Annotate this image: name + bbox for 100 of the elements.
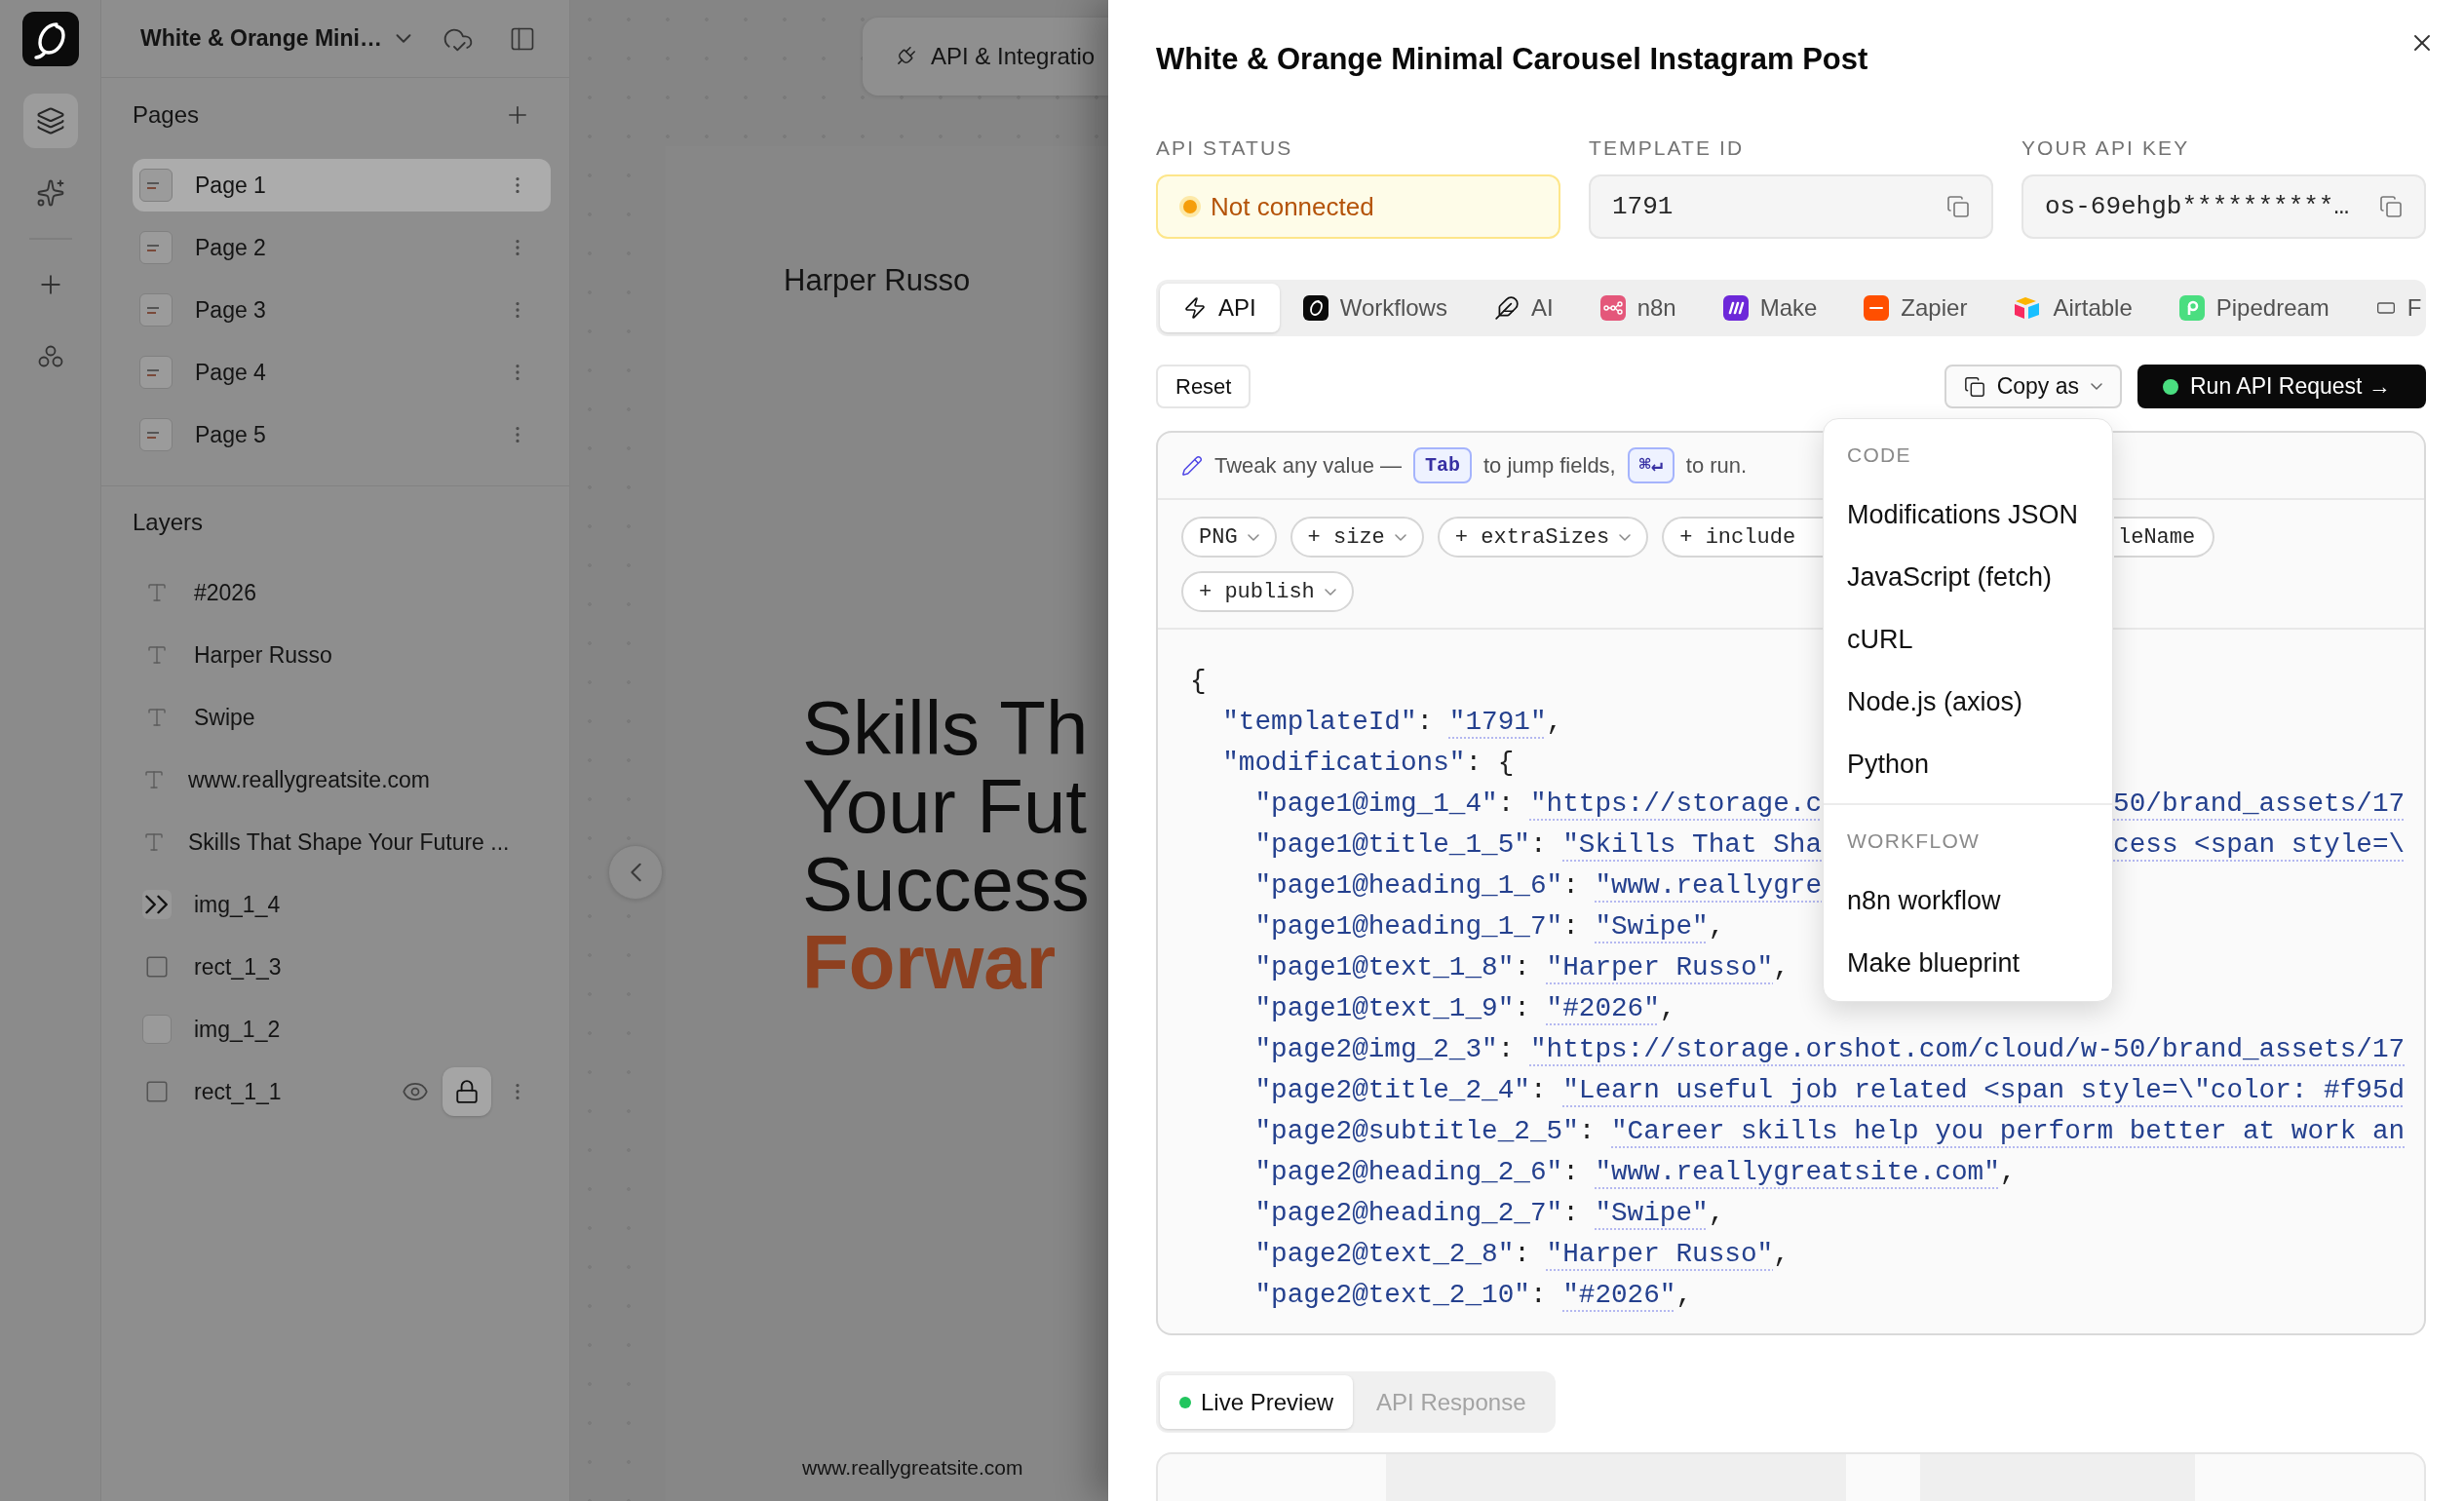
- chevron-down-icon: [395, 34, 411, 43]
- code-line: "page2@title_2_4": "Learn useful job related <span style=\"color: #f95d: [1254, 1075, 2406, 1106]
- sparkle-icon: [35, 178, 65, 208]
- menu-item[interactable]: Node.js (axios): [1824, 671, 2112, 733]
- code-line: {: [1190, 666, 1207, 697]
- code-line: 50/brand_assets/17: [2113, 788, 2406, 822]
- integration-tab[interactable]: Airtable: [1990, 284, 2156, 332]
- reset-button[interactable]: Reset: [1156, 365, 1251, 408]
- code-line: "page2@text_2_8": "Harper Russo",: [1254, 1239, 1790, 1270]
- section-title: Pages: [133, 100, 200, 130]
- author-name: Harper Russo: [784, 262, 971, 299]
- dash-tile-icon: [1864, 295, 1890, 321]
- page-name: Page 4: [195, 358, 266, 387]
- page-name: Page 3: [195, 295, 266, 325]
- page-item[interactable]: Page 1: [133, 159, 551, 212]
- option-chip[interactable]: + extraSizes: [1437, 517, 1649, 558]
- text-type-icon: [142, 768, 166, 791]
- copy-icon[interactable]: [2379, 195, 2403, 218]
- chevron-left-icon: [630, 863, 641, 882]
- integration-tab[interactable]: F: [2352, 284, 2426, 332]
- option-chip[interactable]: + size: [1290, 517, 1424, 558]
- menu-item[interactable]: cURL: [1824, 608, 2112, 671]
- page-thumbnail: [139, 356, 173, 389]
- menu-item[interactable]: n8n workflow: [1824, 869, 2112, 932]
- field-label: TEMPLATE ID: [1589, 136, 1746, 160]
- copy-icon[interactable]: [1946, 195, 1970, 218]
- page-thumbnail: [139, 231, 173, 264]
- preview-tab[interactable]: Live Preview: [1160, 1375, 1354, 1429]
- integration-tab[interactable]: Workflows: [1279, 284, 1471, 332]
- nodes-tile-icon: [1599, 295, 1626, 321]
- layer-name[interactable]: Skills That Shape Your Future ...: [188, 825, 510, 860]
- page-thumbnail: [139, 418, 173, 451]
- layer-name[interactable]: img_1_4: [194, 887, 281, 922]
- field-label: API STATUS: [1156, 136, 1294, 160]
- layer-name[interactable]: Harper Russo: [194, 637, 332, 673]
- layer-name[interactable]: img_1_2: [194, 1012, 281, 1047]
- code-line: cess <span style=\: [2113, 828, 2406, 863]
- headline-line: Skills Th: [802, 689, 1090, 767]
- menu-section-title: CODE: [1846, 443, 1912, 469]
- option-chip[interactable]: leName: [2114, 517, 2215, 558]
- code-line: "templateId": "1791",: [1222, 707, 1563, 738]
- code-line: "page1@heading_1_7": "Swipe",: [1254, 911, 1725, 943]
- integration-tab[interactable]: Zapier: [1840, 284, 1991, 332]
- square-icon: [144, 954, 170, 980]
- run-request-button[interactable]: Run API Request →: [2137, 365, 2426, 408]
- page-name: Page 2: [195, 233, 266, 262]
- status-text: Not connected: [1211, 190, 1374, 223]
- integration-tab[interactable]: AI: [1470, 284, 1577, 332]
- page-thumbnail: [139, 293, 173, 327]
- code-line: "page1@text_1_9": "#2026",: [1254, 993, 1676, 1024]
- page-item[interactable]: Page 3: [133, 284, 551, 336]
- value-field[interactable]: 1791: [1589, 174, 1993, 239]
- lightning-icon: [1183, 296, 1207, 320]
- code-line: "page2@heading_2_7": "Swipe",: [1254, 1198, 1725, 1229]
- code-line: "page2@subtitle_2_5": "Career skills help you perform better at work an: [1254, 1116, 2406, 1147]
- hint-text: to run.: [1685, 452, 1748, 480]
- layer-name[interactable]: rect_1_3: [194, 949, 282, 984]
- lock-icon: [454, 1079, 480, 1104]
- keyboard-key: Tab: [1413, 447, 1472, 483]
- chevron-down-icon: [1619, 533, 1632, 541]
- headline-line: Success: [802, 845, 1090, 923]
- menu-item[interactable]: JavaScript (fetch): [1824, 546, 2112, 608]
- ring-tile-icon: [2178, 295, 2205, 321]
- layer-name[interactable]: Swipe: [194, 700, 255, 735]
- section-title: Layers: [133, 508, 205, 537]
- website-text: www.reallygreatsite.com: [802, 1455, 1023, 1481]
- page-item[interactable]: Page 2: [133, 221, 551, 274]
- option-chip[interactable]: + publish: [1181, 571, 1354, 612]
- copy-as-button[interactable]: Copy as: [1944, 365, 2122, 408]
- logo-tile-icon: [1302, 295, 1328, 321]
- field-label: YOUR API KEY: [2021, 136, 2191, 160]
- project-menu[interactable]: White & Orange Mini…: [140, 21, 411, 56]
- menu-item[interactable]: Make blueprint: [1824, 932, 2112, 994]
- code-line: "page1@text_1_8": "Harper Russo",: [1254, 952, 1790, 983]
- headline-line: Your Fut: [802, 767, 1088, 845]
- code-line: "page1@heading_1_6": "www.reallygre: [1254, 870, 1822, 902]
- option-chip[interactable]: + include: [1662, 517, 1824, 558]
- menu-item[interactable]: Modifications JSON: [1824, 483, 2112, 546]
- integration-tab[interactable]: n8n: [1576, 284, 1700, 332]
- layer-name[interactable]: rect_1_1: [194, 1074, 282, 1109]
- value-field[interactable]: os-69ehgb**********…: [2021, 174, 2426, 239]
- lock-button[interactable]: [443, 1067, 491, 1116]
- cube-shapes-icon: [2014, 296, 2042, 320]
- page-item[interactable]: Page 4: [133, 346, 551, 399]
- integration-tab[interactable]: Make: [1699, 284, 1841, 332]
- menu-item[interactable]: Python: [1824, 733, 2112, 795]
- page-item[interactable]: Page 5: [133, 408, 551, 461]
- text-type-icon: [145, 581, 169, 604]
- integration-tab[interactable]: Pipedream: [2155, 284, 2353, 332]
- option-chip[interactable]: PNG: [1181, 517, 1277, 558]
- code-line: "page1@img_1_4": "https://storage.c: [1254, 789, 1822, 820]
- page-name: Page 1: [195, 171, 266, 200]
- integration-tab[interactable]: API: [1160, 284, 1280, 332]
- integrations-button[interactable]: API & Integratio: [863, 18, 1108, 96]
- layer-name[interactable]: #2026: [194, 575, 256, 610]
- logo-icon: [21, 12, 79, 66]
- panel-title: White & Orange Minimal Carousel Instagram Post: [1156, 42, 1868, 77]
- code-line: "page1@title_1_5": "Skills That Sha: [1254, 829, 1822, 861]
- layers-button[interactable]: [22, 94, 78, 148]
- layer-name[interactable]: www.reallygreatsite.com: [188, 762, 430, 797]
